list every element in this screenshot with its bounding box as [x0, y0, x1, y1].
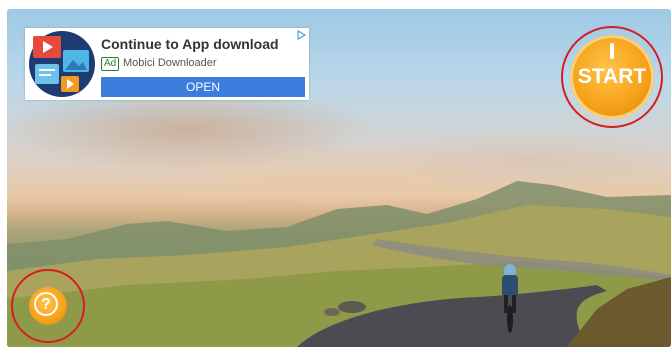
ad-open-button[interactable]: OPEN	[101, 77, 305, 97]
question-mark-icon: ?	[34, 292, 58, 316]
rock	[324, 308, 340, 316]
rock	[338, 301, 366, 313]
help-button-face[interactable]: ?	[29, 287, 67, 325]
game-screen: Continue to App download Ad Mobici Downl…	[7, 9, 671, 347]
adchoices-icon[interactable]	[296, 30, 306, 40]
help-button[interactable]: ?	[11, 269, 85, 343]
start-label: START	[577, 65, 647, 88]
ad-title[interactable]: Continue to App download	[101, 36, 279, 52]
ad-advertiser: Mobici Downloader	[123, 57, 217, 69]
power-icon	[610, 43, 614, 59]
start-button[interactable]: START	[561, 26, 663, 128]
ad-badge: Ad	[101, 57, 120, 71]
ad-banner[interactable]: Continue to App download Ad Mobici Downl…	[25, 28, 309, 100]
start-button-face[interactable]: START	[570, 35, 654, 119]
media-apps-icon	[29, 31, 95, 97]
